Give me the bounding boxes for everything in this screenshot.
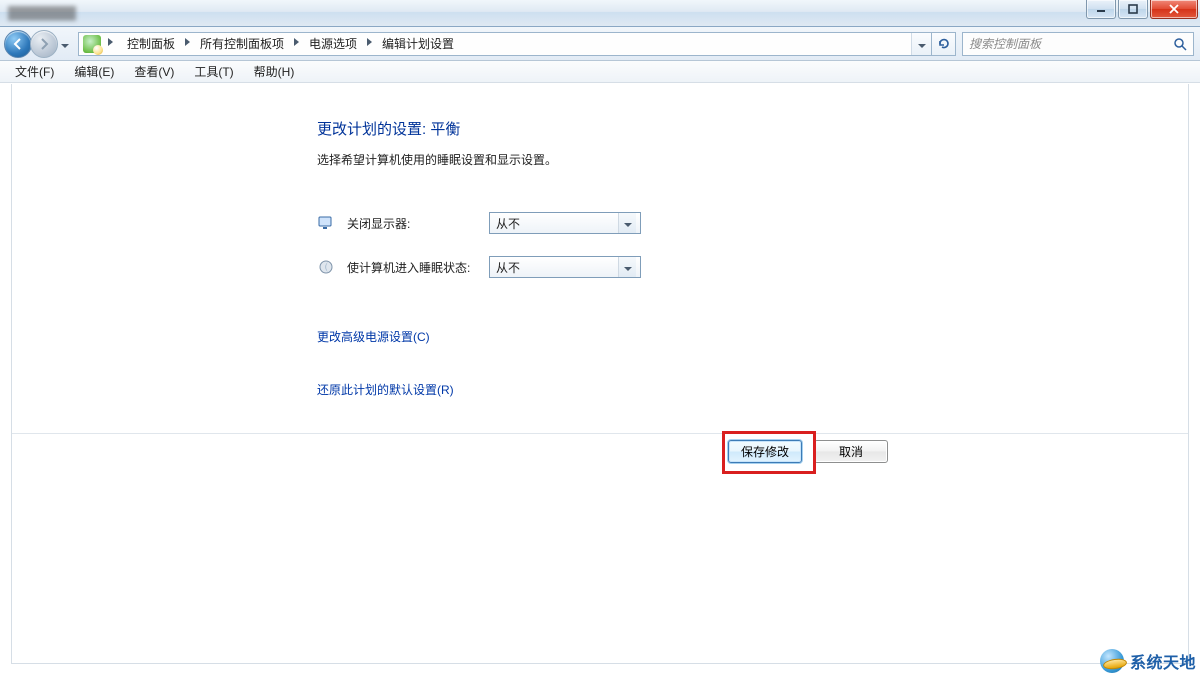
nav-bar: 控制面板 所有控制面板项 电源选项 编辑计划设置 搜索控制面板 [0, 27, 1200, 61]
page-title: 更改计划的设置: 平衡 [317, 118, 897, 139]
chevron-right-icon [364, 38, 375, 49]
divider [12, 433, 1188, 434]
breadcrumb-label: 所有控制面板项 [200, 35, 284, 52]
window-controls [1084, 0, 1200, 26]
back-button[interactable] [4, 30, 32, 58]
annotation-highlight [722, 431, 816, 474]
monitor-icon [317, 214, 335, 232]
refresh-icon [937, 37, 951, 51]
chevron-down-icon [918, 37, 926, 51]
menu-edit[interactable]: 编辑(E) [65, 60, 123, 83]
minimize-button[interactable] [1086, 0, 1116, 19]
breadcrumb-label: 电源选项 [309, 35, 357, 52]
advanced-settings-link[interactable]: 更改高级电源设置(C) [317, 328, 430, 345]
arrow-right-icon [37, 37, 51, 51]
breadcrumb-label: 编辑计划设置 [382, 35, 454, 52]
search-icon [1171, 35, 1189, 53]
address-dropdown[interactable] [911, 33, 931, 55]
watermark-text: 系统天地 [1130, 649, 1196, 673]
search-placeholder: 搜索控制面板 [969, 35, 1167, 52]
breadcrumb-item[interactable]: 控制面板 [120, 33, 182, 55]
forward-button[interactable] [30, 30, 58, 58]
search-input[interactable]: 搜索控制面板 [962, 32, 1194, 56]
refresh-button[interactable] [932, 32, 956, 56]
breadcrumbs: 控制面板 所有控制面板项 电源选项 编辑计划设置 [120, 33, 907, 55]
content-area: 更改计划的设置: 平衡 选择希望计算机使用的睡眠设置和显示设置。 关闭显示器: … [11, 84, 1189, 664]
watermark: 系统天地 [1100, 649, 1196, 673]
breadcrumb-item[interactable]: 电源选项 [302, 33, 364, 55]
display-off-combo[interactable]: 从不 [489, 212, 641, 234]
breadcrumb-item[interactable]: 所有控制面板项 [193, 33, 291, 55]
chevron-right-icon [182, 38, 193, 49]
button-row: 保存修改 取消 [12, 440, 1188, 463]
nav-buttons [4, 30, 72, 58]
setting-sleep: 使计算机进入睡眠状态: 从不 [317, 256, 897, 278]
menu-help[interactable]: 帮助(H) [245, 60, 304, 83]
address-bar[interactable]: 控制面板 所有控制面板项 电源选项 编辑计划设置 [78, 32, 932, 56]
title-bar: ████████ [0, 0, 1200, 27]
combo-value: 从不 [496, 215, 618, 232]
moon-icon [317, 258, 335, 276]
arrow-left-icon [11, 37, 25, 51]
setting-display-off: 关闭显示器: 从不 [317, 212, 897, 234]
maximize-button[interactable] [1118, 0, 1148, 19]
sleep-combo[interactable]: 从不 [489, 256, 641, 278]
control-panel-icon [83, 35, 101, 53]
chevron-right-icon [291, 38, 302, 49]
breadcrumb-label: 控制面板 [127, 35, 175, 52]
chevron-down-icon [61, 37, 69, 51]
close-button[interactable] [1150, 0, 1198, 19]
chevron-down-icon [618, 257, 636, 277]
menu-view[interactable]: 查看(V) [125, 60, 183, 83]
menu-file[interactable]: 文件(F) [6, 60, 63, 83]
setting-label: 关闭显示器: [347, 215, 477, 232]
globe-icon [1100, 649, 1124, 673]
title-bar-blurred-text: ████████ [0, 0, 1084, 26]
page-description: 选择希望计算机使用的睡眠设置和显示设置。 [317, 151, 897, 168]
setting-label: 使计算机进入睡眠状态: [347, 259, 477, 276]
cancel-button[interactable]: 取消 [814, 440, 888, 463]
restore-defaults-link[interactable]: 还原此计划的默认设置(R) [317, 381, 454, 398]
menu-bar: 文件(F) 编辑(E) 查看(V) 工具(T) 帮助(H) [0, 61, 1200, 83]
menu-tools[interactable]: 工具(T) [185, 60, 242, 83]
breadcrumb-item[interactable]: 编辑计划设置 [375, 33, 461, 55]
chevron-down-icon [618, 213, 636, 233]
nav-history-dropdown[interactable] [58, 34, 72, 54]
combo-value: 从不 [496, 259, 618, 276]
chevron-right-icon [105, 38, 116, 49]
